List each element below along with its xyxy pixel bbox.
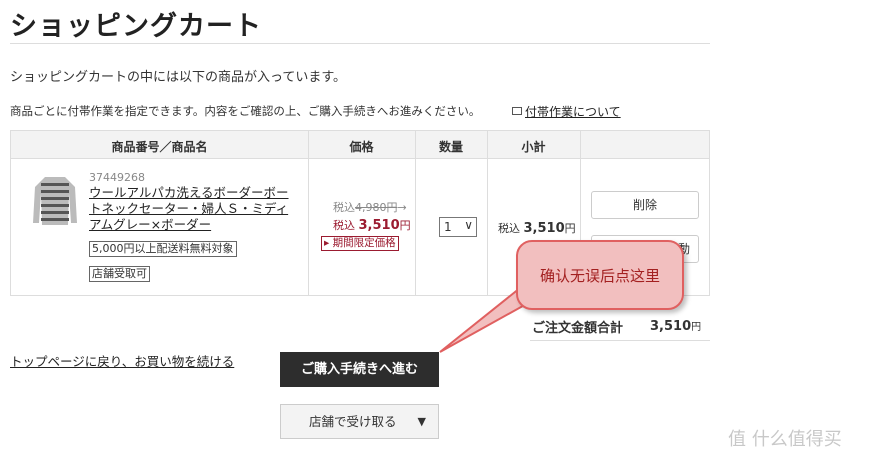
column-divider [308,131,309,295]
quantity-select[interactable]: 1 ∨ [439,217,477,237]
service-note: 商品ごとに付帯作業を指定できます。内容をご確認の上、ご購入手続きへお進みください… [10,104,481,118]
order-total-label: ご注文金額合計 [532,321,624,336]
caret-down-icon: ▼ [417,415,426,428]
order-total-value: 3,510円 [650,319,702,334]
service-info-link-label: 付帯作業について [525,105,621,119]
store-pickup-label: 店舗で受け取る [309,414,397,429]
product-name-link[interactable]: ウールアルパカ洗えるボーダーボートネックセーター・婦人Ｓ・ミディアムグレー×ボー… [89,185,299,233]
col-header-subtotal: 小計 [521,140,546,154]
product-thumbnail[interactable] [31,173,79,227]
limited-time-badge: ▸ 期間限定価格 [321,236,399,251]
continue-shopping-link[interactable]: トップページに戻り、お買い物を続ける [10,351,234,370]
title-divider [10,43,710,44]
play-icon: ▸ [324,237,330,249]
col-header-product: 商品番号／商品名 [111,140,208,154]
total-divider [530,340,710,341]
callout-text: 确认无误后点这里 [540,267,661,285]
product-code: 37449268 [89,171,145,184]
quantity-value: 1 [444,220,452,234]
service-info-link[interactable]: 付帯作業について [512,103,621,120]
store-pickup-badge: 店舗受取可 [89,266,150,282]
original-price: 税込4,980円→ [333,201,407,214]
annotation-callout: 确认无误后点这里 [516,240,684,310]
column-divider [415,131,416,295]
chevron-down-icon: ∨ [464,218,473,232]
store-pickup-button[interactable]: 店舗で受け取る ▼ [280,404,439,439]
col-header-price: 価格 [349,140,374,154]
delete-button[interactable]: 削除 [591,191,699,219]
checkout-button[interactable]: ご購入手続きへ進む [280,352,439,387]
page-title: ショッピングカート [10,11,262,42]
free-shipping-badge: 5,000円以上配送料無料対象 [89,241,237,257]
line-subtotal: 税込 3,510円 [498,221,576,236]
window-icon [512,107,522,115]
site-watermark: 值 什么值得买 [728,429,842,450]
column-divider [487,131,488,295]
intro-text: ショッピングカートの中には以下の商品が入っています。 [10,70,347,85]
sale-price: 税込 3,510円 [333,218,411,233]
col-header-quantity: 数量 [438,140,463,154]
